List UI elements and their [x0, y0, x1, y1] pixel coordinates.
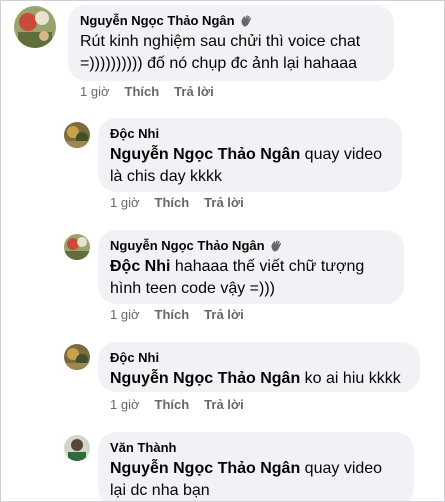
- author-name[interactable]: Độc Nhi: [110, 349, 159, 366]
- comment-thread: Nguyễn Ngọc Thảo Ngân Rút kinh nghiệm sa…: [0, 0, 445, 502]
- avatar[interactable]: [64, 435, 90, 461]
- like-button[interactable]: Thích: [155, 307, 190, 323]
- avatar[interactable]: [64, 234, 90, 260]
- comment-text: Rút kinh nghiệm sau chửi thì voice chat …: [80, 33, 361, 72]
- avatar[interactable]: [64, 122, 90, 148]
- comment-bubble: Văn Thành Nguyễn Ngọc Thảo Ngân quay vid…: [98, 432, 414, 501]
- comment-bubble: Độc Nhi Nguyễn Ngọc Thảo Ngân ko ai hiu …: [98, 342, 420, 392]
- comment-actions: 1 giờ Thích Trả lời: [110, 397, 259, 413]
- mention-link[interactable]: Nguyễn Ngọc Thảo Ngân: [110, 460, 300, 477]
- timestamp[interactable]: 1 giờ: [110, 307, 140, 323]
- comment-bubble: Độc Nhi Nguyễn Ngọc Thảo Ngân quay video…: [98, 118, 402, 192]
- author-name[interactable]: Độc Nhi: [110, 125, 159, 142]
- like-button[interactable]: Thích: [125, 84, 160, 100]
- mention-link[interactable]: Nguyễn Ngọc Thảo Ngân: [110, 146, 300, 163]
- reply-button[interactable]: Trả lời: [204, 195, 244, 211]
- comment-item: Nguyễn Ngọc Thảo Ngân Rút kinh nghiệm sa…: [1, 1, 444, 111]
- comment-text: Nguyễn Ngọc Thảo Ngân quay video là chis…: [110, 146, 383, 185]
- timestamp[interactable]: 1 giờ: [80, 84, 110, 100]
- author-name[interactable]: Nguyễn Ngọc Thảo Ngân: [110, 237, 265, 254]
- avatar[interactable]: [14, 6, 56, 48]
- author-name[interactable]: Văn Thành: [110, 439, 176, 456]
- reply-button[interactable]: Trả lời: [174, 84, 214, 100]
- comment-bubble: Nguyễn Ngọc Thảo Ngân Rút kinh nghiệm sa…: [68, 5, 394, 81]
- comment-text: Nguyễn Ngọc Thảo Ngân quay video lại dc …: [110, 460, 383, 499]
- timestamp[interactable]: 1 giờ: [110, 397, 140, 413]
- like-button[interactable]: Thích: [155, 397, 190, 413]
- reply-button[interactable]: Trả lời: [204, 307, 244, 323]
- mention-link[interactable]: Nguyễn Ngọc Thảo Ngân: [110, 370, 300, 387]
- timestamp[interactable]: 1 giờ: [110, 195, 140, 211]
- author-name[interactable]: Nguyễn Ngọc Thảo Ngân: [80, 12, 235, 29]
- wave-icon: [241, 15, 251, 27]
- comment-text: Nguyễn Ngọc Thảo Ngân ko ai hiu kkkk: [110, 370, 401, 387]
- like-button[interactable]: Thích: [155, 195, 190, 211]
- comment-actions: 1 giờ Thích Trả lời: [110, 195, 259, 211]
- avatar[interactable]: [64, 344, 90, 370]
- comment-bubble: Nguyễn Ngọc Thảo Ngân Độc Nhi hahaaa thế…: [98, 230, 404, 304]
- comment-actions: 1 giờ Thích Trả lời: [80, 84, 229, 100]
- comment-actions: 1 giờ Thích Trả lời: [110, 307, 259, 323]
- mention-link[interactable]: Độc Nhi: [110, 258, 170, 275]
- comment-text: Độc Nhi hahaaa thế viết chữ tượng hình t…: [110, 258, 365, 297]
- reply-button[interactable]: Trả lời: [204, 397, 244, 413]
- wave-icon: [271, 240, 281, 252]
